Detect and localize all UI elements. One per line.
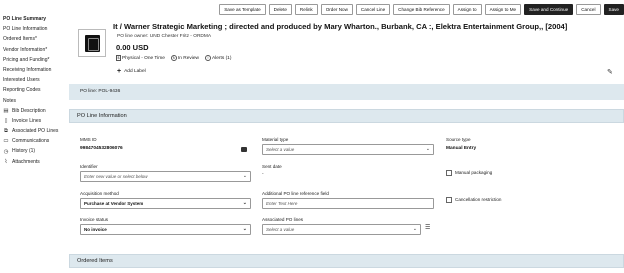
sidebar-item-ordered-items[interactable]: Ordered Items* — [0, 34, 62, 44]
sidebar-item-communications[interactable]: ▭ Communications — [0, 136, 62, 146]
sidebar-item-history[interactable]: ◷ History (1) — [0, 146, 62, 156]
add-label-text: Add Label — [124, 69, 146, 74]
chat-icon: ▭ — [3, 138, 9, 145]
alerts-link[interactable]: ! Alerts (1) — [204, 55, 231, 61]
associated-po-lines-label: Associated PO lines — [262, 217, 304, 222]
identifier-input[interactable]: Enter new value or select below ⌄ — [80, 171, 251, 182]
cancellation-restriction-label: Cancellation restriction — [455, 197, 502, 202]
add-label-button[interactable]: + Add Label — [117, 68, 146, 75]
link-icon: ⧉ — [4, 128, 8, 135]
identifier-placeholder: Enter new value or select below — [84, 174, 148, 179]
po-line-owner: PO line owner: UND Chester Fritz - ORDMA — [117, 34, 212, 39]
book-icon: ▤ — [3, 107, 9, 114]
sent-date-value: - — [262, 172, 264, 177]
assign-to-button[interactable]: Assign to — [452, 3, 482, 15]
sidebar-item-bib-description[interactable]: ▤ Bib Description — [0, 106, 62, 116]
section-ordered-items[interactable]: Ordered Items — [69, 254, 624, 268]
additional-ref-input[interactable]: Enter Text Here — [262, 198, 434, 209]
relink-button[interactable]: Relink — [294, 3, 318, 15]
price: 0.00 USD — [116, 43, 149, 52]
sidebar-item-reporting-codes[interactable]: Reporting Codes — [0, 85, 62, 95]
save-and-continue-button[interactable]: Save and Continue — [524, 3, 574, 15]
physical-icon: $ — [116, 55, 121, 61]
sidebar-item-associated-po-lines[interactable]: ⧉ Associated PO Lines — [0, 126, 62, 136]
resource-thumbnail — [78, 29, 106, 57]
record-meta: $ Physical - One Time ↻ In Review ! Alerts … — [116, 55, 231, 61]
material-type-label: Material type — [262, 137, 289, 142]
sidebar-item-label: Communications — [12, 138, 50, 145]
po-line-number: PO line: POL-9436 — [80, 89, 121, 94]
copy-icon[interactable] — [241, 147, 247, 152]
cancellation-restriction-checkbox[interactable] — [446, 197, 452, 203]
save-button[interactable]: Save — [603, 3, 624, 15]
associated-po-lines-select[interactable]: Select a value ⌄ — [262, 224, 421, 235]
dvd-case-icon — [85, 35, 100, 52]
record-title: It / Warner Strategic Marketing ; direct… — [113, 22, 568, 31]
sidebar-item-receiving-information[interactable]: Receiving Information — [0, 65, 62, 75]
manual-packaging-label: Manual packaging — [455, 170, 493, 175]
associated-po-lines-value: Select a value — [266, 227, 295, 232]
sidebar-item-vendor-information[interactable]: Vendor Information* — [0, 45, 62, 55]
po-line-bar: PO line: POL-9436 — [69, 84, 624, 100]
change-bib-reference-button[interactable]: Change Bib Reference — [393, 3, 450, 15]
invoice-status-label: Invoice status — [80, 217, 109, 222]
source-type-label: Source type — [446, 137, 471, 142]
sidebar-item-interested-users[interactable]: Interested Users — [0, 75, 62, 85]
additional-ref-placeholder: Enter Text Here — [266, 201, 298, 206]
cancel-button[interactable]: Cancel — [576, 3, 601, 15]
sidebar-item-label: History (1) — [12, 148, 36, 155]
chevron-down-icon: ⌄ — [412, 226, 417, 232]
section-title: Ordered Items — [77, 258, 113, 264]
sidebar-item-invoice-lines[interactable]: ▯ Invoice Lines — [0, 116, 62, 126]
source-type-value: Manual Entry — [446, 146, 477, 151]
additional-ref-label: Additional PO line reference field — [262, 191, 329, 196]
chevron-down-icon: ⌄ — [425, 146, 430, 152]
mms-id-value: 9984704532806076 — [80, 146, 123, 151]
assign-to-me-button[interactable]: Assign to Me — [484, 3, 522, 15]
chevron-down-icon: ⌄ — [242, 226, 247, 232]
chevron-down-icon: ⌄ — [242, 173, 247, 179]
status-badge: ↻ In Review — [170, 55, 199, 61]
chevron-down-icon: ⌄ — [242, 200, 247, 206]
sidebar-item-po-line-summary[interactable]: PO Line Summary — [0, 14, 62, 24]
sidebar-item-po-line-information[interactable]: PO Line Information — [0, 24, 62, 34]
delete-button[interactable]: Delete — [268, 3, 292, 15]
list-icon[interactable]: ☰ — [425, 224, 430, 231]
sidebar-item-pricing-and-funding[interactable]: Pricing and Funding* — [0, 55, 62, 65]
material-type-value: Select a value — [266, 147, 295, 152]
section-po-line-information[interactable]: PO Line Information — [69, 109, 624, 123]
mms-id-label: MMS ID — [80, 137, 97, 142]
sidebar-item-label: Invoice Lines — [12, 117, 42, 124]
acquisition-method-label: Acquisition method — [80, 191, 119, 196]
alert-icon: ! — [204, 55, 211, 61]
acquisition-method-value: Purchase at Vendor System — [84, 201, 144, 206]
sidebar-item-notes[interactable]: Notes — [0, 96, 62, 106]
manual-packaging-checkbox[interactable] — [446, 170, 452, 176]
paperclip-icon: ⌇ — [4, 158, 8, 165]
toolbar: Save as Template Delete Relink Order Now… — [219, 3, 624, 15]
acquisition-method-select[interactable]: Purchase at Vendor System ⌄ — [80, 198, 251, 209]
plus-icon: + — [117, 68, 122, 75]
sidebar-item-label: Attachments — [12, 158, 40, 165]
material-type-select[interactable]: Select a value ⌄ — [262, 144, 434, 155]
save-as-template-button[interactable]: Save as Template — [219, 3, 266, 15]
sidebar: PO Line Summary PO Line Information Orde… — [0, 14, 62, 273]
sidebar-item-label: Associated PO Lines — [12, 128, 59, 135]
invoice-status-value: No invoice — [84, 227, 107, 232]
invoice-status-select[interactable]: No invoice ⌄ — [80, 224, 251, 235]
cancel-line-button[interactable]: Cancel Line — [355, 3, 391, 15]
type-badge: $ Physical - One Time — [116, 55, 165, 61]
identifier-label: Identifier — [80, 164, 98, 169]
review-icon: ↻ — [170, 55, 177, 61]
edit-pencil-icon[interactable]: ✎ — [607, 68, 613, 76]
sent-date-label: Sent date — [262, 164, 282, 169]
section-title: PO Line Information — [77, 113, 127, 119]
order-now-button[interactable]: Order Now — [320, 3, 353, 15]
sidebar-item-attachments[interactable]: ⌇ Attachments — [0, 157, 62, 167]
sidebar-item-label: Bib Description — [12, 107, 46, 114]
history-icon: ◷ — [3, 148, 9, 155]
document-icon: ▯ — [4, 117, 8, 124]
